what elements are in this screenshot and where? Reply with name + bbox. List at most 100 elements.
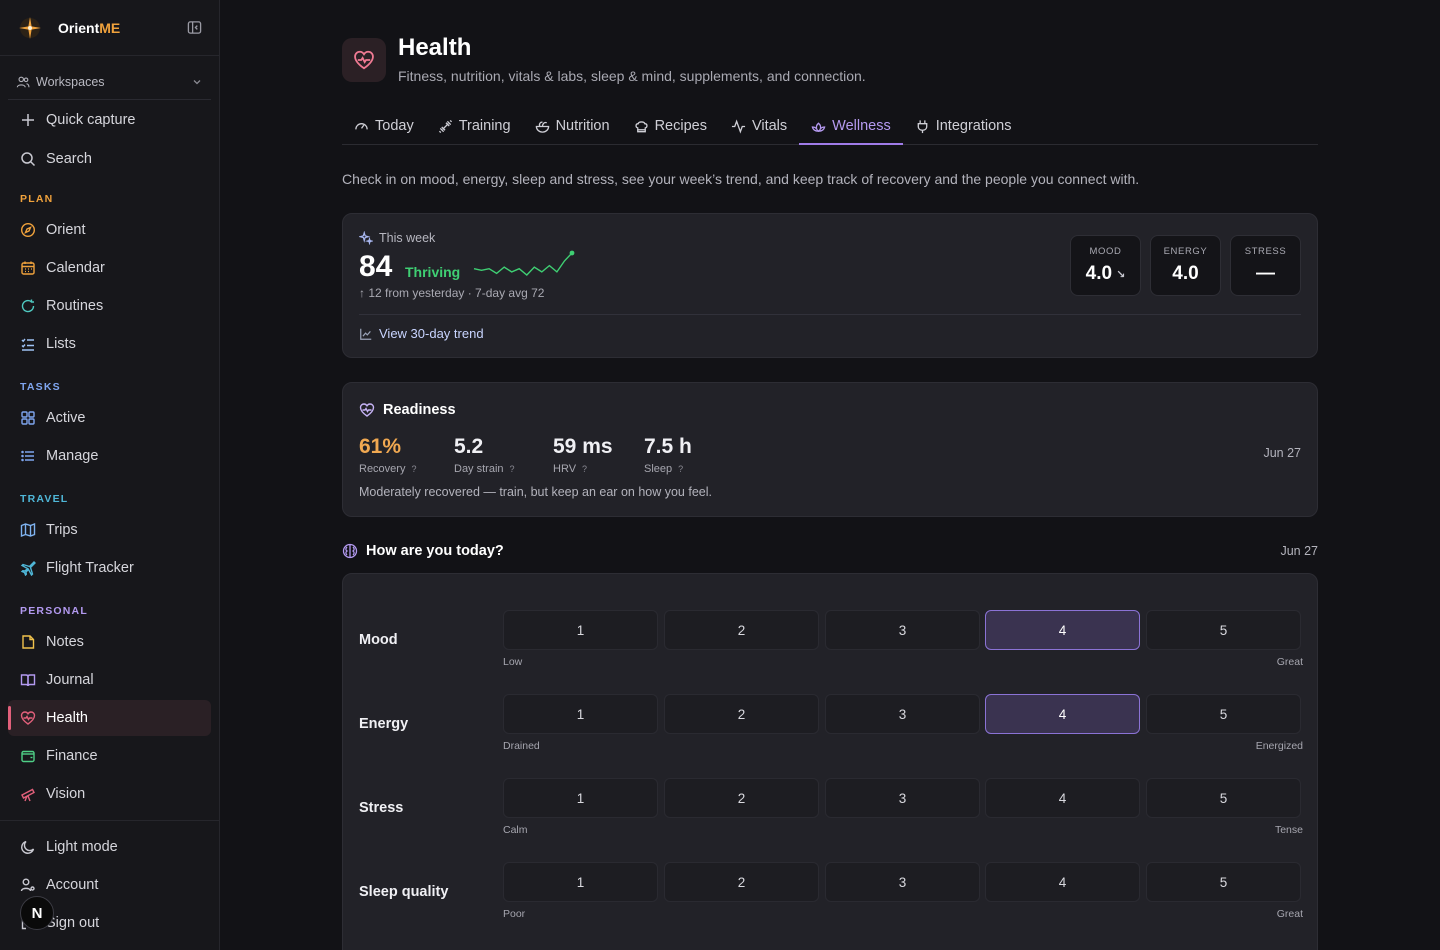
rating-option-button[interactable]: 5	[1146, 862, 1301, 902]
note-icon	[20, 634, 36, 650]
tab-label: Nutrition	[555, 118, 610, 134]
help-icon[interactable]: ?	[582, 464, 587, 474]
rating-option-button[interactable]: 2	[664, 694, 819, 734]
tab-training[interactable]: Training	[426, 108, 523, 144]
rating-option-button[interactable]: 4	[985, 862, 1140, 902]
tab-label: Today	[375, 118, 414, 134]
rating-option-button[interactable]: 1	[503, 694, 658, 734]
rating-option-button[interactable]: 1	[503, 862, 658, 902]
week-heading: This week	[359, 231, 435, 245]
sidebar-item-vision[interactable]: Vision	[8, 776, 211, 812]
telescope-icon	[20, 786, 36, 802]
checkin-card: Mood 1 2 3 4 5 Low Great Energy 1 2 3 4 5 Drained Energ…	[342, 573, 1318, 950]
checkin-date: Jun 27	[1280, 544, 1318, 558]
checkin-title: How are you today?	[366, 543, 504, 559]
help-icon[interactable]: ?	[411, 464, 416, 474]
sidebar-item-lists[interactable]: Lists	[8, 326, 211, 362]
help-icon[interactable]: ?	[510, 464, 515, 474]
wallet-icon	[20, 748, 36, 764]
avatar[interactable]: N	[20, 896, 54, 930]
heart-pulse-icon	[359, 402, 375, 418]
search-button[interactable]: Search	[8, 141, 211, 177]
rating-option-button[interactable]: 3	[825, 694, 980, 734]
user-settings-icon	[20, 877, 36, 893]
rating-option-button[interactable]: 1	[503, 610, 658, 650]
sidebar-item-label: Lists	[46, 336, 76, 352]
arrow-up-icon: ↑	[359, 286, 365, 300]
week-sparkline	[473, 250, 575, 276]
sidebar-item-calendar[interactable]: Calendar	[8, 250, 211, 286]
sidebar-item-journal[interactable]: Journal	[8, 662, 211, 698]
tab-today[interactable]: Today	[342, 108, 426, 144]
readiness-title: Readiness	[383, 402, 456, 418]
rating-option-button[interactable]: 2	[664, 610, 819, 650]
readiness-card: Readiness 61% Recovery? 5.2 Day strain? …	[342, 382, 1318, 517]
plug-icon	[915, 119, 930, 134]
section-personal: PERSONAL	[20, 605, 88, 617]
rating-option-button[interactable]: 4	[985, 778, 1140, 818]
compass-icon	[20, 222, 36, 238]
rating-option-button[interactable]: 5	[1146, 694, 1301, 734]
orientme-logo-icon[interactable]	[16, 14, 44, 42]
stress-stat-label: STRESS	[1244, 246, 1287, 257]
sparkline-endpoint	[569, 250, 575, 256]
sidebar-item-notes[interactable]: Notes	[8, 624, 211, 660]
tab-label: Integrations	[935, 118, 1012, 134]
workspaces-dropdown[interactable]: Workspaces	[8, 64, 211, 100]
sidebar-item-finance[interactable]: Finance	[8, 738, 211, 774]
week-summary-card: This week 84 Thriving ↑ 12 from yesterda…	[342, 213, 1318, 358]
brain-icon	[342, 543, 358, 559]
tab-label: Vitals	[751, 118, 788, 134]
sidebar-item-health[interactable]: Health	[8, 700, 211, 736]
mood-stat-value: 4.0 ↘	[1085, 263, 1126, 284]
tab-integrations[interactable]: Integrations	[903, 108, 1024, 144]
sidebar-item-trips[interactable]: Trips	[8, 512, 211, 548]
rating-option-button[interactable]: 3	[825, 778, 980, 818]
hrv-metric: 59 ms HRV?	[553, 435, 613, 475]
week-heading-label: This week	[379, 231, 436, 245]
rating-option-button[interactable]: 2	[664, 778, 819, 818]
rating-option-button[interactable]: 5	[1146, 778, 1301, 818]
rating-option-button[interactable]: 4	[985, 694, 1140, 734]
workspaces-label: Workspaces	[36, 74, 105, 89]
rating-option-button[interactable]: 5	[1146, 610, 1301, 650]
lotus-icon	[811, 119, 826, 134]
sidebar-item-manage[interactable]: Manage	[8, 438, 211, 474]
tab-label: Wellness	[832, 118, 891, 134]
quick-capture-button[interactable]: Quick capture	[8, 102, 211, 138]
rating-option-button[interactable]: 4	[985, 610, 1140, 650]
week-meta: ↑ 12 from yesterday · 7-day avg 72	[359, 286, 544, 300]
header-text: Health Fitness, nutrition, vitals & labs…	[398, 36, 866, 85]
rating-option-button[interactable]: 3	[825, 862, 980, 902]
sleep-value: 7.5 h	[644, 435, 692, 458]
sidebar-item-orient[interactable]: Orient	[8, 212, 211, 248]
rating-option-button[interactable]: 1	[503, 778, 658, 818]
sidebar-item-label: Journal	[46, 672, 94, 688]
sidebar-item-flight-tracker[interactable]: Flight Tracker	[8, 550, 211, 586]
sleep-metric: 7.5 h Sleep?	[644, 435, 692, 475]
sidebar-item-active[interactable]: Active	[8, 400, 211, 436]
gauge-icon	[354, 119, 369, 134]
sidebar-item-label: Active	[46, 410, 86, 426]
tab-wellness[interactable]: Wellness	[799, 108, 903, 145]
mood-stat: MOOD 4.0 ↘	[1070, 235, 1141, 296]
sidebar-item-label: Calendar	[46, 260, 105, 276]
section-tasks: TASKS	[20, 381, 61, 393]
tab-vitals[interactable]: Vitals	[719, 108, 799, 144]
collapse-sidebar-icon[interactable]	[185, 19, 203, 37]
scale-low-label: Poor	[503, 908, 526, 920]
dumbbell-icon	[438, 119, 453, 134]
sidebar-item-routines[interactable]: Routines	[8, 288, 211, 324]
light-mode-toggle[interactable]: Light mode	[8, 829, 211, 865]
brand-header: OrientME	[0, 0, 219, 56]
rating-option-button[interactable]: 3	[825, 610, 980, 650]
tab-label: Training	[458, 118, 511, 134]
tab-nutrition[interactable]: Nutrition	[523, 108, 622, 144]
view-trend-link[interactable]: View 30-day trend	[359, 326, 484, 341]
list-icon	[20, 448, 36, 464]
tab-recipes[interactable]: Recipes	[622, 108, 719, 144]
readiness-heading: Readiness	[359, 402, 456, 418]
help-icon[interactable]: ?	[678, 464, 683, 474]
rating-option-button[interactable]: 2	[664, 862, 819, 902]
scale-high-label: Great	[1276, 656, 1303, 668]
